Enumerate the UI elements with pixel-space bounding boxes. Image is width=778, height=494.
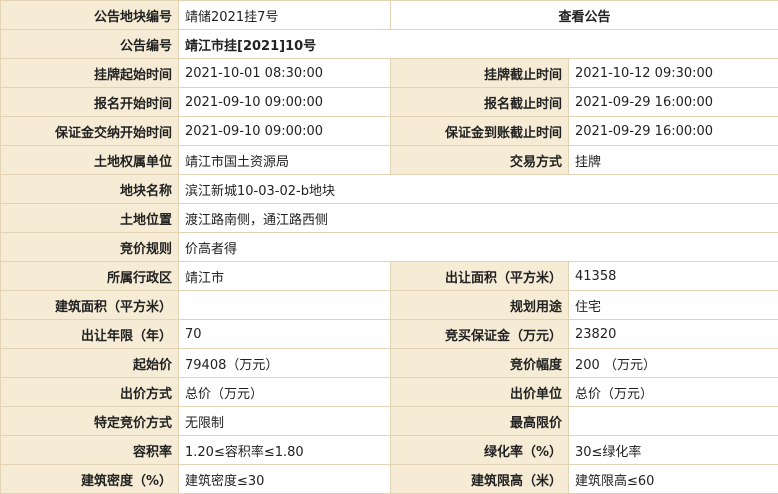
field-value: 41358 xyxy=(569,262,778,291)
field-label: 保证金到账截止时间 xyxy=(391,117,569,146)
info-row: 建筑面积（平方米） 规划用途住宅 xyxy=(1,291,778,320)
field-label: 最高限价 xyxy=(391,407,569,436)
field-value: 建筑密度≤30 xyxy=(179,465,391,494)
field-value: 70 xyxy=(179,320,391,349)
field-value: 靖江市挂[2021]10号 xyxy=(179,30,778,59)
field-label: 规划用途 xyxy=(391,291,569,320)
field-label: 出让面积（平方米） xyxy=(391,262,569,291)
land-info-body: 公告地块编号靖储2021挂7号查看公告公告编号靖江市挂[2021]10号挂牌起始… xyxy=(1,1,778,494)
field-value: 1.20≤容积率≤1.80 xyxy=(179,436,391,465)
field-label: 交易方式 xyxy=(391,146,569,175)
info-row: 建筑密度（%）建筑密度≤30建筑限高（米）建筑限高≤60 xyxy=(1,465,778,494)
info-row: 地块名称滨江新城10-03-02-b地块 xyxy=(1,175,778,204)
info-row: 保证金交纳开始时间2021-09-10 09:00:00保证金到账截止时间202… xyxy=(1,117,778,146)
info-row: 挂牌起始时间2021-10-01 08:30:00挂牌截止时间2021-10-1… xyxy=(1,59,778,88)
field-label: 公告地块编号 xyxy=(1,1,179,30)
info-row: 出让年限（年）70竞买保证金（万元）23820 xyxy=(1,320,778,349)
field-value: 靖江市国土资源局 xyxy=(179,146,391,175)
field-value: 价高者得 xyxy=(179,233,778,262)
field-label: 出价方式 xyxy=(1,378,179,407)
field-value: 2021-09-10 09:00:00 xyxy=(179,88,391,117)
field-value: 无限制 xyxy=(179,407,391,436)
field-label: 特定竞价方式 xyxy=(1,407,179,436)
field-label: 挂牌起始时间 xyxy=(1,59,179,88)
field-label: 土地权属单位 xyxy=(1,146,179,175)
field-label: 竞价幅度 xyxy=(391,349,569,378)
field-value: 靖储2021挂7号 xyxy=(179,1,391,30)
field-value: 靖江市 xyxy=(179,262,391,291)
field-label: 出让年限（年） xyxy=(1,320,179,349)
field-value: 23820 xyxy=(569,320,778,349)
view-notice-link[interactable]: 查看公告 xyxy=(391,1,778,30)
field-label: 报名截止时间 xyxy=(391,88,569,117)
field-value: 2021-09-29 16:00:00 xyxy=(569,88,778,117)
field-label: 建筑密度（%） xyxy=(1,465,179,494)
field-value xyxy=(569,407,778,436)
field-label: 公告编号 xyxy=(1,30,179,59)
field-value: 总价（万元） xyxy=(569,378,778,407)
info-row: 公告地块编号靖储2021挂7号查看公告 xyxy=(1,1,778,30)
field-label: 绿化率（%） xyxy=(391,436,569,465)
field-value: 渡江路南侧，通江路西侧 xyxy=(179,204,778,233)
field-label: 报名开始时间 xyxy=(1,88,179,117)
field-value: 住宅 xyxy=(569,291,778,320)
field-label: 所属行政区 xyxy=(1,262,179,291)
info-row: 公告编号靖江市挂[2021]10号 xyxy=(1,30,778,59)
land-info-table: 公告地块编号靖储2021挂7号查看公告公告编号靖江市挂[2021]10号挂牌起始… xyxy=(0,0,778,494)
field-value: 2021-09-29 16:00:00 xyxy=(569,117,778,146)
field-label: 建筑面积（平方米） xyxy=(1,291,179,320)
field-label: 出价单位 xyxy=(391,378,569,407)
info-row: 出价方式总价（万元）出价单位总价（万元） xyxy=(1,378,778,407)
info-row: 容积率1.20≤容积率≤1.80绿化率（%）30≤绿化率 xyxy=(1,436,778,465)
field-value: 2021-10-12 09:30:00 xyxy=(569,59,778,88)
field-label: 竞价规则 xyxy=(1,233,179,262)
field-value: 挂牌 xyxy=(569,146,778,175)
field-value: 200 （万元） xyxy=(569,349,778,378)
info-row: 报名开始时间2021-09-10 09:00:00报名截止时间2021-09-2… xyxy=(1,88,778,117)
info-row: 土地位置渡江路南侧，通江路西侧 xyxy=(1,204,778,233)
field-value: 79408（万元） xyxy=(179,349,391,378)
info-row: 起始价79408（万元）竞价幅度200 （万元） xyxy=(1,349,778,378)
field-label: 土地位置 xyxy=(1,204,179,233)
field-value: 总价（万元） xyxy=(179,378,391,407)
field-label: 建筑限高（米） xyxy=(391,465,569,494)
field-label: 容积率 xyxy=(1,436,179,465)
info-row: 竞价规则价高者得 xyxy=(1,233,778,262)
info-row: 土地权属单位靖江市国土资源局交易方式挂牌 xyxy=(1,146,778,175)
info-row: 所属行政区靖江市出让面积（平方米）41358 xyxy=(1,262,778,291)
field-label: 挂牌截止时间 xyxy=(391,59,569,88)
field-value: 建筑限高≤60 xyxy=(569,465,778,494)
field-label: 保证金交纳开始时间 xyxy=(1,117,179,146)
field-label: 起始价 xyxy=(1,349,179,378)
field-value: 2021-09-10 09:00:00 xyxy=(179,117,391,146)
field-label: 竞买保证金（万元） xyxy=(391,320,569,349)
field-value xyxy=(179,291,391,320)
info-row: 特定竞价方式无限制最高限价 xyxy=(1,407,778,436)
field-label: 地块名称 xyxy=(1,175,179,204)
field-value: 30≤绿化率 xyxy=(569,436,778,465)
field-value: 2021-10-01 08:30:00 xyxy=(179,59,391,88)
field-value: 滨江新城10-03-02-b地块 xyxy=(179,175,778,204)
